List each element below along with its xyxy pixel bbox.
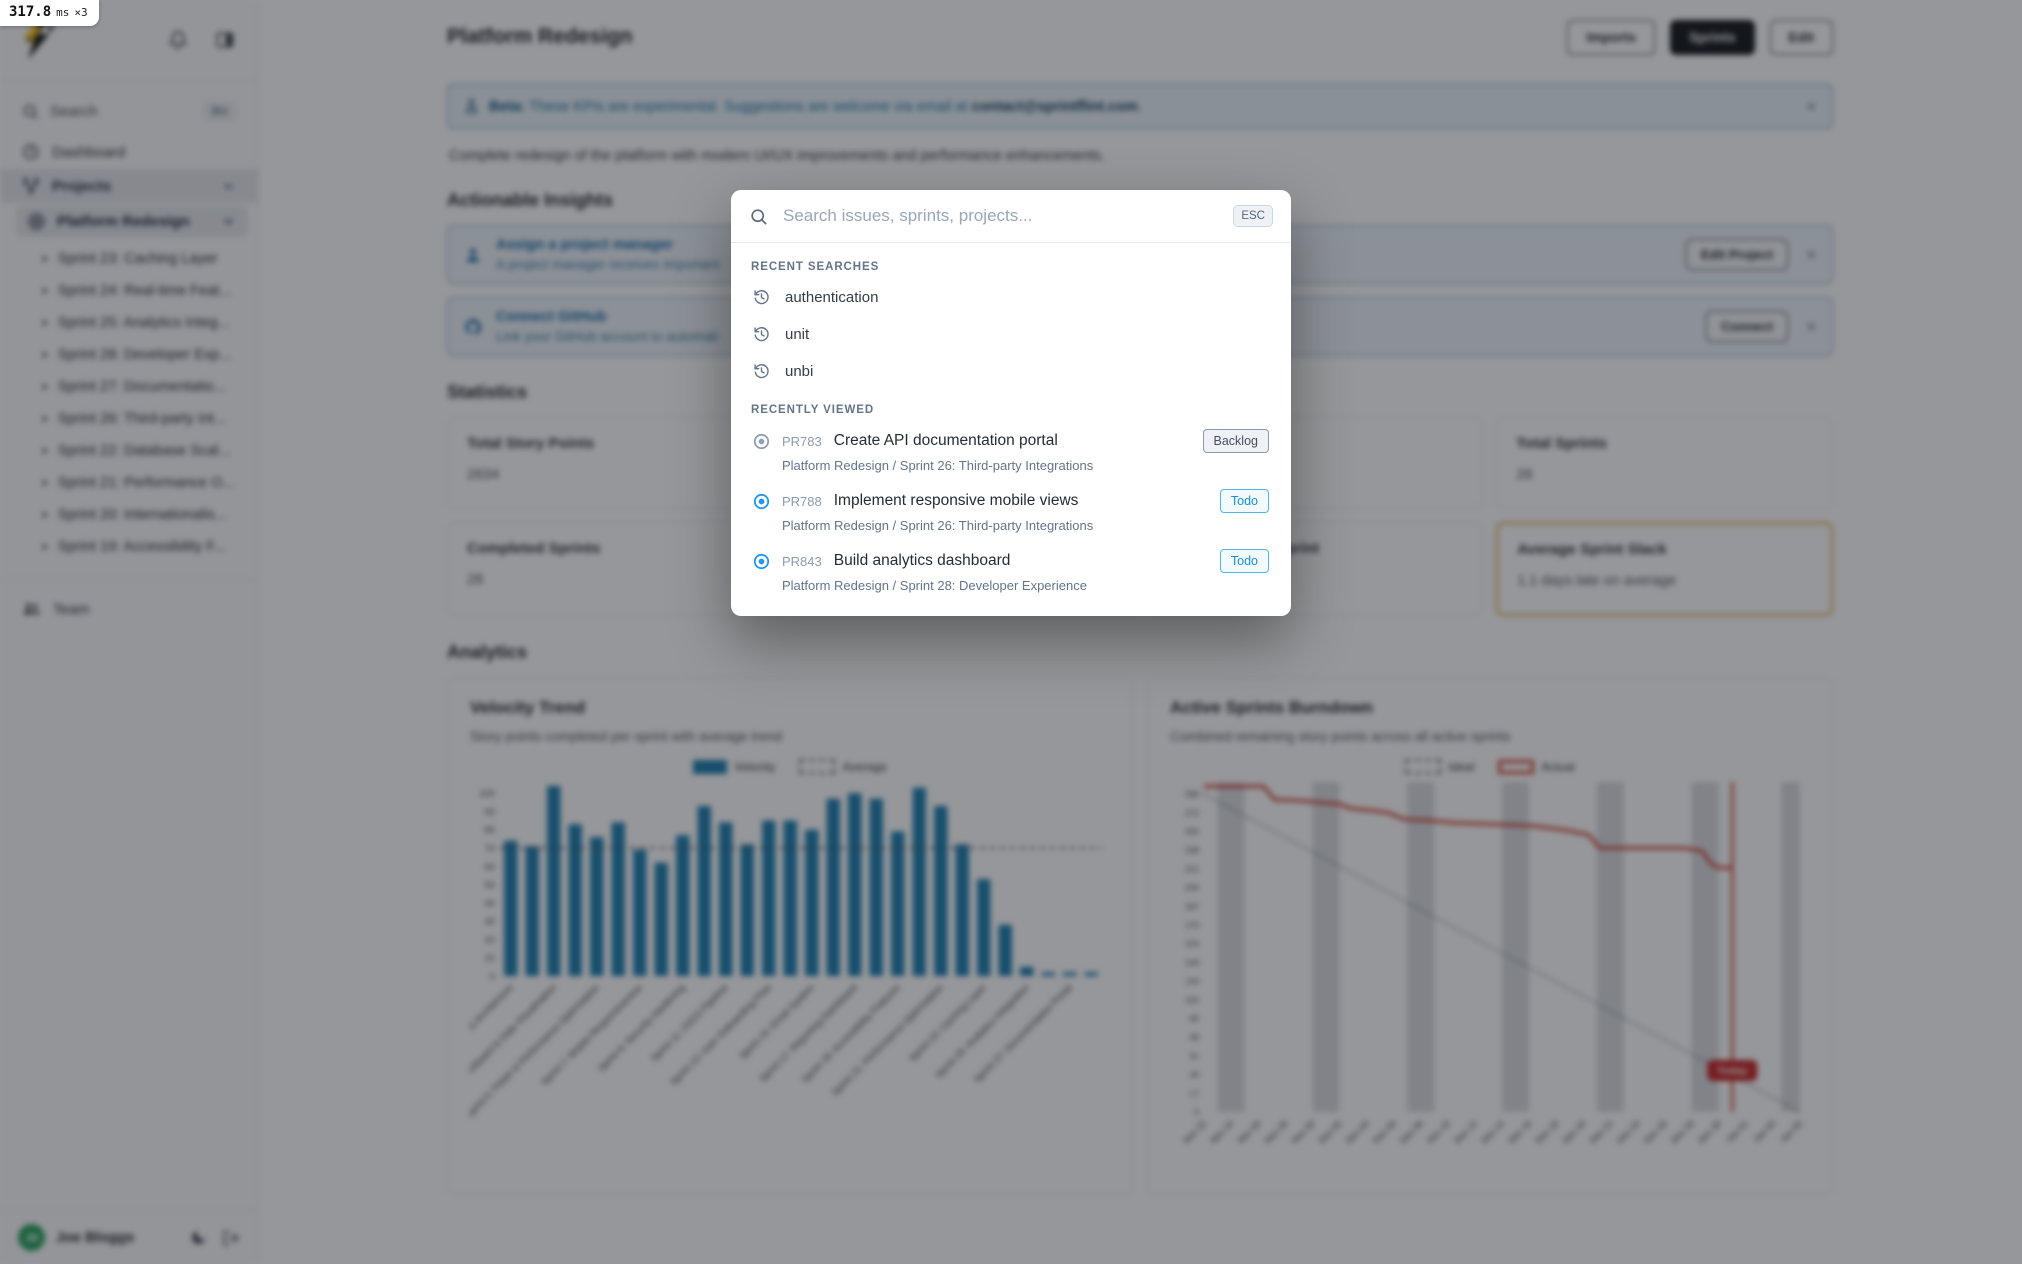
history-icon [753,363,770,380]
issue-path: Platform Redesign / Sprint 26: Third-par… [782,518,1269,533]
esc-key-badge[interactable]: ESC [1233,205,1273,227]
recently-viewed-item[interactable]: PR843 Build analytics dashboard Todo Pla… [751,542,1271,593]
search-input[interactable] [781,205,1220,227]
performance-badge: 317.8 ms ×3 [0,0,99,26]
recent-search-label: unbi [785,363,813,380]
status-circle-dot-icon [753,433,770,450]
status-circle-dot-icon [753,493,770,510]
issue-id: PR783 [782,434,822,449]
issue-path: Platform Redesign / Sprint 26: Third-par… [782,458,1269,473]
screen: Search ⌘K Dashboard Projects [0,0,2022,1264]
history-icon [753,326,770,343]
perf-multiplier: ×3 [74,6,87,19]
recently-viewed-item[interactable]: PR788 Implement responsive mobile views … [751,482,1271,533]
status-badge: Todo [1220,549,1269,573]
issue-id: PR843 [782,554,822,569]
modal-search-row: ESC [731,190,1291,243]
issue-id: PR788 [782,494,822,509]
status-badge: Todo [1220,489,1269,513]
perf-value: 317.8 [9,4,51,20]
recent-search-item[interactable]: unbi [751,353,1271,390]
issue-path: Platform Redesign / Sprint 28: Developer… [782,578,1269,593]
issue-title: Build analytics dashboard [834,552,1011,570]
recently-viewed-header: RECENTLY VIEWED [751,404,1271,416]
issue-title: Create API documentation portal [834,432,1058,450]
recently-viewed-list: PR783 Create API documentation portal Ba… [751,422,1271,593]
recent-search-item[interactable]: authentication [751,279,1271,316]
search-icon [749,207,768,226]
recent-searches-header: RECENT SEARCHES [751,261,1271,273]
search-modal: ESC RECENT SEARCHES authentication [731,190,1291,616]
recently-viewed-item[interactable]: PR783 Create API documentation portal Ba… [751,422,1271,473]
status-badge: Backlog [1203,429,1269,453]
recent-search-item[interactable]: unit [751,316,1271,353]
recent-search-label: authentication [785,289,878,306]
issue-title: Implement responsive mobile views [834,492,1079,510]
recent-search-label: unit [785,326,809,343]
status-circle-dot-icon [753,553,770,570]
perf-unit: ms [56,6,69,19]
history-icon [753,289,770,306]
recent-searches-list: authentication unit unbi [751,279,1271,390]
